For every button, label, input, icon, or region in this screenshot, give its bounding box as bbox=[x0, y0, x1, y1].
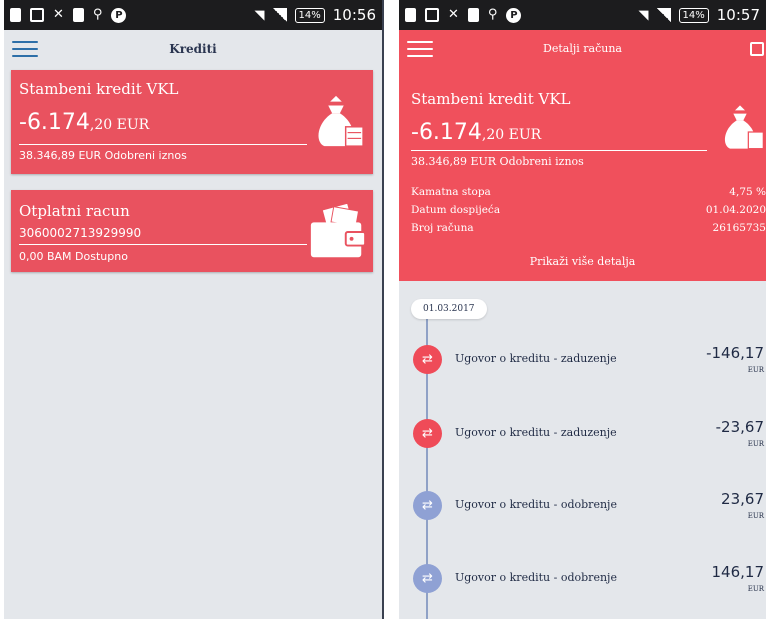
phone-screen-loans: ✕ ⚲ P ◥ 14% 10:56 Krediti Stambeni kredi… bbox=[4, 0, 384, 619]
show-more-details-link[interactable]: Prikaži više detalja bbox=[399, 255, 766, 268]
battery-indicator: 14% bbox=[294, 7, 325, 23]
detail-label: Broj računa bbox=[411, 222, 474, 234]
loan-approved-amount: 38.346,89 EUR Odobreni iznos bbox=[19, 149, 187, 162]
usb-icon: ⚲ bbox=[92, 7, 103, 22]
image-notification-icon bbox=[425, 8, 439, 22]
page-title: Krediti bbox=[169, 42, 217, 56]
transaction-currency: EUR bbox=[747, 512, 764, 520]
money-bag-icon bbox=[724, 105, 764, 150]
detail-row-interest: Kamatna stopa 4,75 % bbox=[411, 186, 766, 198]
transaction-currency: EUR bbox=[747, 440, 764, 448]
message-icon bbox=[72, 8, 84, 22]
detail-value: 26165735 bbox=[712, 222, 766, 234]
loan-title: Stambeni kredit VKL bbox=[411, 90, 571, 108]
wifi-icon: ◥ bbox=[254, 7, 265, 23]
money-bag-icon bbox=[318, 95, 364, 147]
account-available: 0,00 BAM Dostupno bbox=[19, 250, 128, 263]
transaction-label: Ugovor o kreditu - odobrenje bbox=[455, 498, 617, 511]
loan-card[interactable]: Stambeni kredit VKL -6.174,20 EUR 38.346… bbox=[11, 70, 373, 174]
page-title: Detalji računa bbox=[543, 42, 622, 55]
transfer-arrow-icon: ⇄ bbox=[413, 491, 442, 520]
divider bbox=[19, 244, 307, 245]
phone-screen-account-details: ✕ ⚲ P ◥ 14% 10:57 Detalji računa Stamben… bbox=[399, 0, 766, 619]
detail-value: 01.04.2020 bbox=[705, 204, 766, 216]
loan-balance: -6.174,20 EUR bbox=[19, 110, 150, 135]
parking-app-icon: P bbox=[111, 7, 127, 23]
divider bbox=[411, 150, 707, 151]
loan-balance: -6.174,20 EUR bbox=[411, 120, 542, 145]
account-card[interactable]: Otplatni racun 3060002713929990 0,00 BAM… bbox=[11, 190, 373, 272]
detail-row-account-number: Broj računa 26165735 bbox=[411, 222, 766, 234]
wallet-icon bbox=[310, 204, 367, 258]
detail-label: Kamatna stopa bbox=[411, 186, 491, 198]
notification-icon bbox=[10, 8, 21, 22]
detail-label: Datum dospijeća bbox=[411, 204, 501, 216]
signal-icon bbox=[656, 8, 671, 22]
battery-indicator: 14% bbox=[678, 7, 709, 23]
transaction-currency: EUR bbox=[747, 585, 764, 593]
transaction-label: Ugovor o kreditu - zaduzenje bbox=[455, 426, 617, 439]
transaction-label: Ugovor o kreditu - odobrenje bbox=[455, 571, 617, 584]
loan-approved-amount: 38.346,89 EUR Odobreni iznos bbox=[411, 155, 584, 168]
transfer-arrow-icon: ⇄ bbox=[413, 345, 442, 374]
calendar-icon[interactable] bbox=[750, 42, 764, 56]
wifi-icon: ◥ bbox=[638, 7, 649, 23]
message-icon bbox=[467, 8, 479, 22]
date-badge: 01.03.2017 bbox=[411, 299, 487, 319]
detail-row-maturity: Datum dospijeća 01.04.2020 bbox=[411, 204, 766, 216]
account-title: Otplatni racun bbox=[19, 202, 130, 220]
transaction-amount: 146,17 bbox=[711, 563, 765, 581]
clock: 10:57 bbox=[716, 6, 760, 24]
image-notification-icon bbox=[30, 8, 44, 22]
divider bbox=[19, 144, 307, 145]
notification-icon bbox=[405, 8, 416, 22]
status-bar: ✕ ⚲ P ◥ 14% 10:57 bbox=[399, 0, 766, 30]
transaction-row[interactable]: ⇄ Ugovor o kreditu - odobrenje 146,17 EU… bbox=[399, 559, 766, 599]
signal-icon bbox=[272, 8, 287, 22]
account-number: 3060002713929990 bbox=[19, 226, 142, 240]
missed-call-icon: ✕ bbox=[448, 7, 459, 22]
transaction-row[interactable]: ⇄ Ugovor o kreditu - odobrenje 23,67 EUR bbox=[399, 486, 766, 526]
transaction-currency: EUR bbox=[747, 366, 764, 374]
clock: 10:56 bbox=[332, 6, 376, 24]
missed-call-icon: ✕ bbox=[53, 7, 64, 22]
usb-icon: ⚲ bbox=[487, 7, 498, 22]
status-bar: ✕ ⚲ P ◥ 14% 10:56 bbox=[4, 0, 382, 30]
loan-title: Stambeni kredit VKL bbox=[19, 80, 179, 98]
parking-app-icon: P bbox=[506, 7, 522, 23]
app-bar: Detalji računa bbox=[399, 30, 766, 68]
transaction-amount: -23,67 bbox=[715, 418, 764, 436]
transfer-arrow-icon: ⇄ bbox=[413, 564, 442, 593]
transaction-amount: -146,17 bbox=[706, 344, 764, 362]
transaction-row[interactable]: ⇄ Ugovor o kreditu - zaduzenje -146,17 E… bbox=[399, 340, 766, 380]
app-bar: Krediti bbox=[4, 30, 382, 68]
transaction-label: Ugovor o kreditu - zaduzenje bbox=[455, 352, 617, 365]
transaction-row[interactable]: ⇄ Ugovor o kreditu - zaduzenje -23,67 EU… bbox=[399, 414, 766, 454]
detail-value: 4,75 % bbox=[729, 186, 766, 198]
transfer-arrow-icon: ⇄ bbox=[413, 419, 442, 448]
transaction-amount: 23,67 bbox=[721, 490, 764, 508]
